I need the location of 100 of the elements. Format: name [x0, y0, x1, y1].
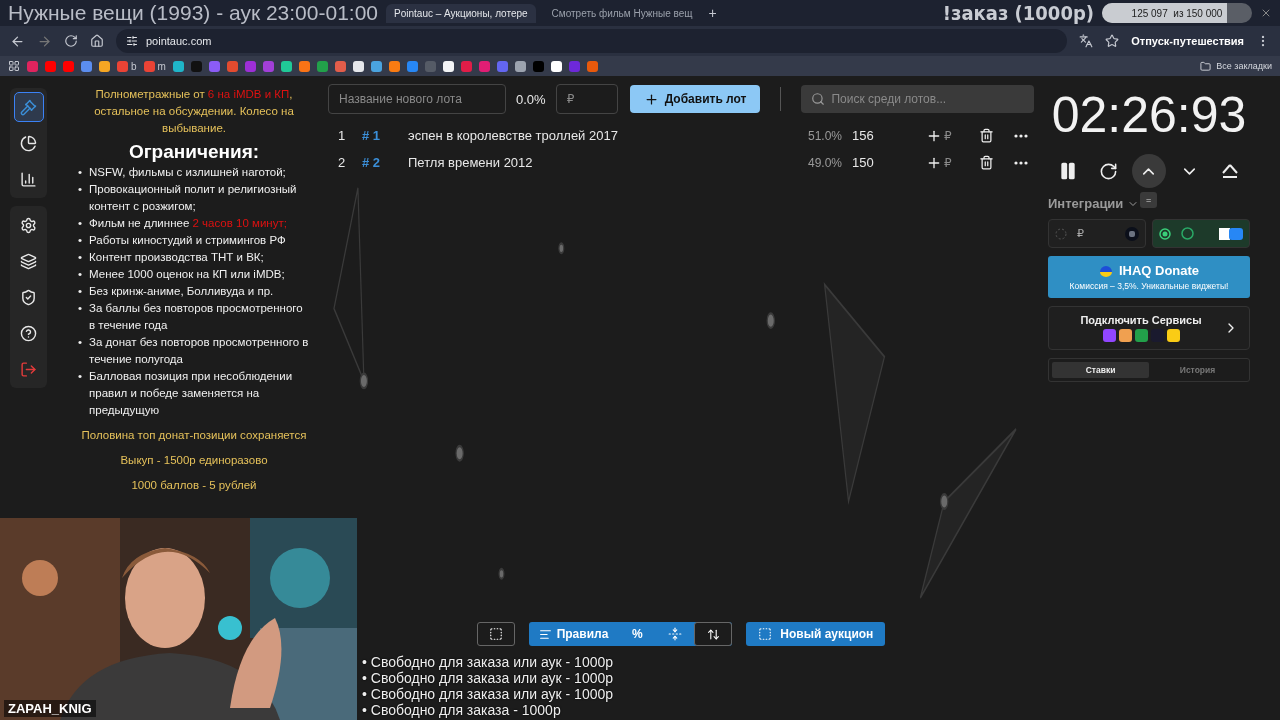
pie-chart-icon — [20, 134, 37, 152]
lot-position: 1 — [338, 128, 347, 143]
goal-bar: 125 097 из 150 000 — [1102, 3, 1252, 23]
lot-id: # 2 — [362, 155, 382, 170]
timer: 02:26:93 — [1050, 86, 1248, 145]
restart-icon — [1099, 161, 1119, 181]
rules-button[interactable]: Правила — [528, 622, 619, 646]
bullet: • — [78, 182, 83, 197]
lot-position: 2 — [338, 155, 347, 170]
gavel-icon — [20, 98, 37, 116]
bookmark[interactable] — [99, 60, 110, 72]
address-field[interactable]: pointauc.com — [116, 29, 1068, 53]
close-icon[interactable] — [1260, 7, 1272, 19]
integration-card[interactable] — [1152, 219, 1250, 248]
lot-id: # 1 — [362, 128, 382, 143]
bullet: • — [78, 216, 83, 231]
amount-input[interactable]: ₽ — [944, 128, 960, 143]
layers-icon — [20, 252, 37, 270]
tooltip: = — [1140, 192, 1158, 208]
new-auction-button[interactable]: Новый аукцион — [746, 622, 886, 646]
home-icon[interactable] — [90, 34, 104, 48]
rule-item: NSFW, фильмы с излишней наготой; — [89, 165, 286, 180]
folder-icon — [1200, 60, 1212, 72]
rule-item: Без кринж-аниме, Болливуда и пр. — [89, 284, 274, 299]
lot-name: эспен в королевстве троллей 2017 — [408, 128, 619, 143]
bookmark[interactable] — [280, 60, 292, 72]
logo-icon — [1125, 226, 1139, 241]
rule-item: Менее 1000 оценок на КП или iMDB; — [89, 267, 285, 282]
sort-button[interactable] — [694, 622, 733, 646]
lot-percent: 0.0% — [516, 91, 546, 107]
site-settings-icon[interactable] — [126, 35, 138, 47]
lot-percent: 51.0% — [806, 128, 843, 143]
queue-line: • Свободно для заказа - 1000р — [362, 702, 562, 718]
connect-title: Подключить Сервисы — [1080, 314, 1202, 326]
amount-input[interactable]: ₽ — [944, 155, 960, 170]
back-icon[interactable] — [10, 33, 25, 49]
translate-icon[interactable] — [1079, 34, 1094, 48]
queue-line: • Свободно для заказа или аук - 1000р — [362, 670, 614, 686]
amount-field[interactable]: ₽ — [555, 84, 618, 114]
rules-intro: Полнометражные от 6 на iMDB и КП, остальное на обсуждении. Колесо на выбывание. — [93, 87, 295, 136]
apps-icon[interactable] — [8, 60, 20, 72]
tab[interactable]: Ставки — [1052, 362, 1149, 378]
currency-label: ₽ — [1077, 227, 1084, 240]
status-icon — [1055, 227, 1067, 240]
rule-item: Фильм не длиннее 2 часов 10 минут; — [89, 216, 287, 231]
lot-percent: 49.0% — [806, 155, 843, 170]
streamer-name: ZAPAH_KNIG — [4, 700, 96, 717]
bullet: • — [78, 335, 83, 350]
rule-item: Провокационный полит и религиозный контент с розжигом; — [89, 182, 298, 214]
rules-note: Половина топ донат-позиции сохраняется — [80, 428, 308, 443]
eject-icon — [1220, 162, 1239, 180]
shield-icon — [20, 288, 37, 306]
add-lot-button[interactable]: Добавить лот — [629, 85, 761, 113]
logo-icon — [1219, 226, 1243, 241]
donate-logo-icon — [1098, 263, 1113, 278]
bookmark[interactable] — [514, 60, 526, 72]
bullet: • — [78, 369, 83, 384]
logout-icon — [20, 360, 37, 378]
rules-note: 1000 баллов - 5 рублей — [130, 478, 258, 493]
donate-banner[interactable]: IHAQ Donate Комиссия – 3,5%. Уникальные виджеты! — [1048, 256, 1250, 298]
connect-services-button[interactable]: Подключить Сервисы — [1048, 306, 1250, 350]
donate-title: IHAQ Donate — [1118, 263, 1200, 278]
trash-icon — [978, 155, 994, 170]
trash-icon — [978, 128, 994, 143]
bullet: • — [78, 233, 83, 248]
browser-tab[interactable]: Смотреть фильм Нужные вещ — [543, 3, 701, 23]
bookmark[interactable] — [550, 60, 562, 72]
bookmark[interactable] — [172, 60, 184, 72]
list-icon — [538, 627, 552, 641]
all-bookmarks[interactable]: Все закладки — [1200, 60, 1272, 72]
integration-card[interactable]: ₽ — [1048, 219, 1146, 248]
rule-item: Работы киностудий и стримингов РФ — [89, 233, 286, 248]
rules-heading: Ограничения: — [127, 143, 261, 160]
integrations-toggle[interactable]: Интеграции — [1048, 196, 1140, 211]
lot-amount: 150 — [852, 155, 875, 170]
percent-button[interactable]: % — [618, 622, 657, 646]
bookmark[interactable] — [352, 60, 364, 72]
more-icon — [1014, 160, 1028, 165]
forward-icon[interactable] — [37, 33, 52, 49]
new-tab-button[interactable]: + — [708, 5, 717, 21]
lot-name-field[interactable]: Название нового лота — [328, 84, 506, 114]
help-icon — [20, 324, 37, 342]
more-icon — [1014, 133, 1028, 138]
queue-line: • Свободно для заказа или аук - 1000р — [362, 686, 614, 702]
search-field[interactable]: Поиск среди лотов... — [801, 85, 1034, 113]
bullet: • — [78, 250, 83, 265]
queue-line: • Свободно для заказа или аук - 1000р — [362, 654, 614, 670]
bullet: • — [78, 284, 83, 299]
sort-icon — [706, 627, 720, 641]
bookmark[interactable] — [442, 60, 454, 72]
rules-note: Выкуп - 1500р единоразово — [119, 453, 269, 468]
lot-name: Петля времени 2012 — [408, 155, 534, 170]
tab[interactable]: История — [1149, 362, 1246, 378]
reload-icon[interactable] — [64, 34, 78, 48]
browser-tab[interactable]: Pointauc – Аукционы, лотере — [386, 3, 536, 23]
compress-icon — [668, 627, 683, 641]
increase-button[interactable] — [1131, 154, 1166, 188]
frame-button[interactable] — [476, 622, 515, 646]
star-icon[interactable] — [1105, 34, 1120, 48]
bullet: • — [78, 165, 83, 180]
